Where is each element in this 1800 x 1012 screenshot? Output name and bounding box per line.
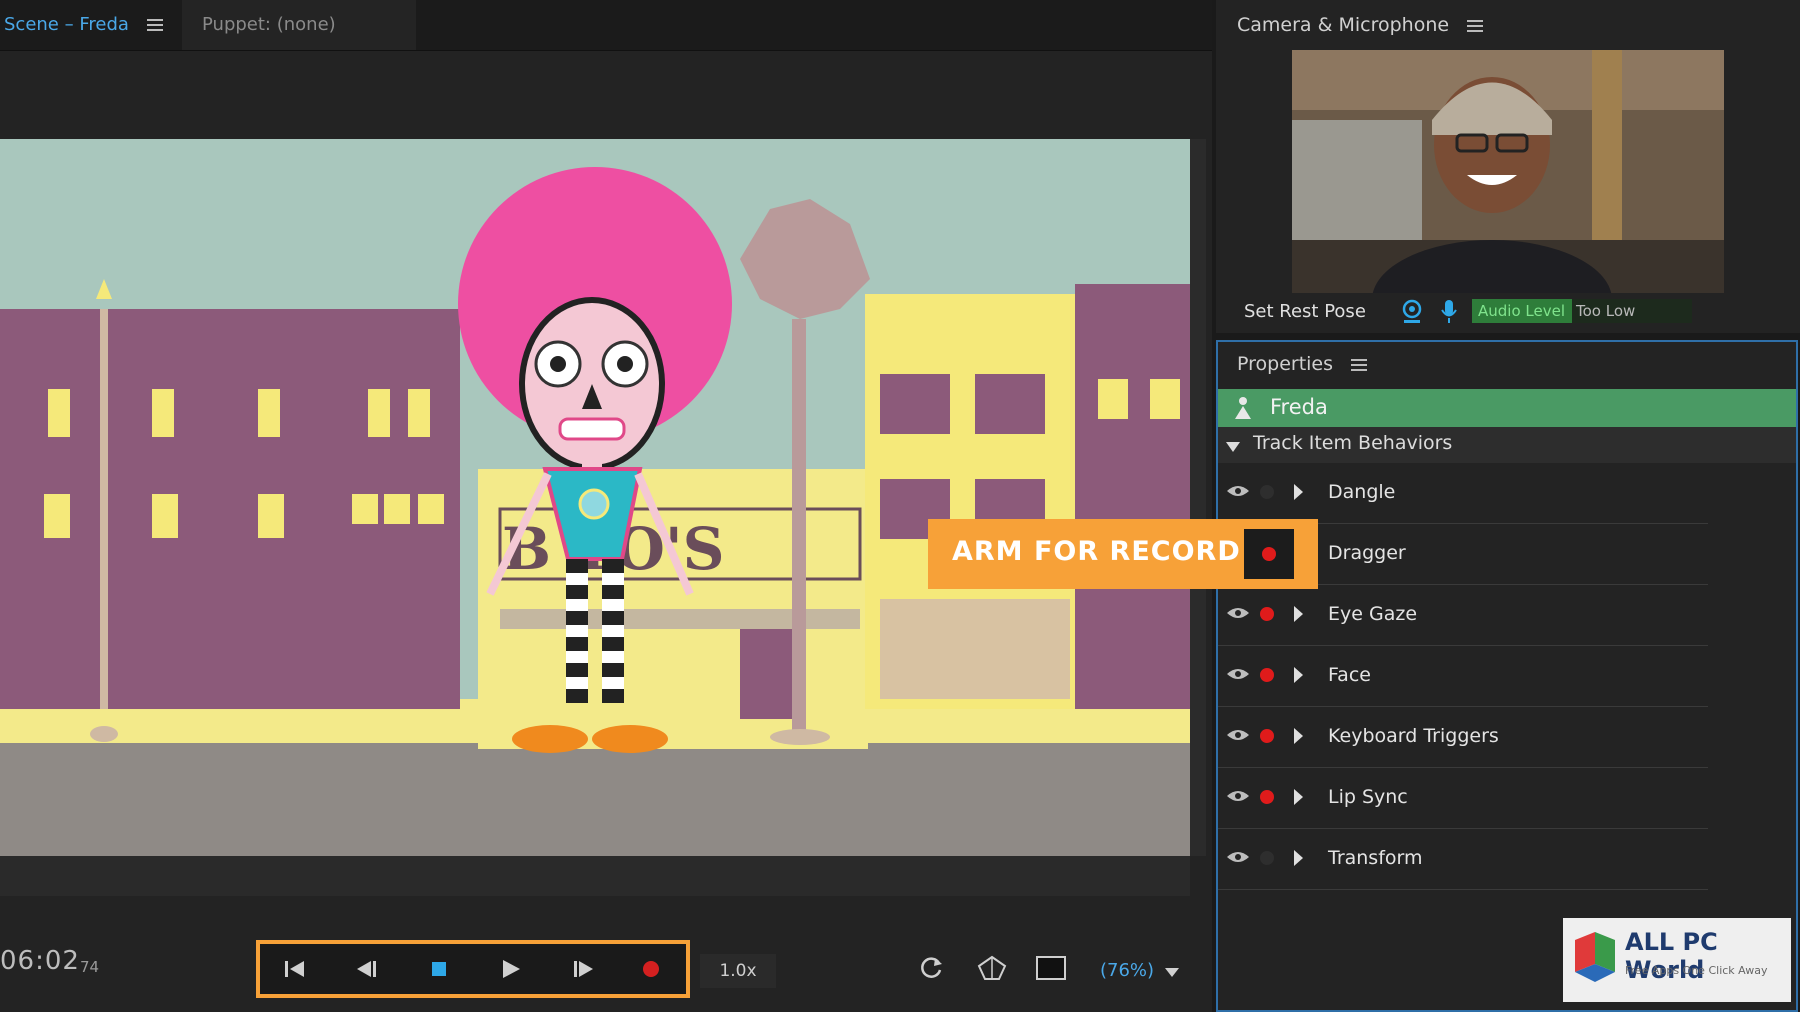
visibility-eye-icon[interactable] xyxy=(1226,788,1250,804)
visibility-eye-icon[interactable] xyxy=(1226,605,1250,621)
transport-controls xyxy=(256,940,690,998)
camera-toggle-icon[interactable] xyxy=(1400,299,1424,329)
visibility-eye-icon[interactable] xyxy=(1226,483,1250,499)
tab-scene[interactable]: Scene – Freda xyxy=(4,0,163,50)
watermark-logo-icon xyxy=(1575,932,1615,982)
puppet-icon xyxy=(1234,396,1252,424)
panel-menu-icon[interactable] xyxy=(1351,358,1368,371)
track-item-behaviors-label: Track Item Behaviors xyxy=(1253,432,1453,454)
tab-puppet-label: Puppet: (none) xyxy=(202,14,336,35)
visibility-eye-icon[interactable] xyxy=(1226,666,1250,682)
step-back-icon xyxy=(357,961,376,977)
zoom-level[interactable]: (76%) xyxy=(1100,960,1154,981)
webcam-preview xyxy=(1292,50,1724,293)
scene-artwork: B TO'S xyxy=(0,139,1190,856)
camera-panel-title-label: Camera & Microphone xyxy=(1237,14,1450,36)
behavior-row[interactable]: Eye Gaze xyxy=(1218,585,1708,646)
step-forward-button[interactable] xyxy=(548,944,618,994)
arm-record-toggle[interactable] xyxy=(1244,529,1294,579)
puppet-outline-icon[interactable] xyxy=(977,955,1007,985)
behavior-label: Dangle xyxy=(1328,481,1396,503)
visibility-eye-icon[interactable] xyxy=(1226,727,1250,743)
behavior-label: Transform xyxy=(1328,847,1423,869)
behavior-row[interactable]: Face xyxy=(1218,646,1708,707)
playback-speed[interactable]: 1.0x xyxy=(700,954,776,988)
behavior-row[interactable]: Keyboard Triggers xyxy=(1218,707,1708,768)
behavior-row[interactable]: Lip Sync xyxy=(1218,768,1708,829)
watermark-subtitle: Free Apps One Click Away xyxy=(1625,964,1768,977)
behavior-label: Lip Sync xyxy=(1328,786,1408,808)
frame-count: 74 xyxy=(80,958,100,976)
behavior-label: Dragger xyxy=(1328,542,1406,564)
expand-triangle-icon[interactable] xyxy=(1294,667,1303,683)
record-button[interactable] xyxy=(616,944,686,994)
audio-level-value: Too Low xyxy=(1576,302,1636,320)
play-icon xyxy=(503,960,520,978)
refresh-icon[interactable] xyxy=(918,955,944,985)
puppet-name: Freda xyxy=(1270,395,1328,419)
blank-background-icon[interactable] xyxy=(1036,955,1066,985)
go-to-start-icon xyxy=(285,961,304,977)
panel-menu-icon[interactable] xyxy=(1467,19,1484,32)
arm-record-dot-icon[interactable] xyxy=(1260,485,1274,499)
tab-puppet[interactable]: Puppet: (none) xyxy=(182,0,416,50)
arm-record-dot-icon[interactable] xyxy=(1260,668,1274,682)
step-forward-icon xyxy=(574,961,593,977)
arm-for-record-text: ARM FOR RECORD xyxy=(952,536,1241,567)
webcam-image xyxy=(1292,50,1724,293)
stage-bottom-area xyxy=(0,856,1190,896)
play-button[interactable] xyxy=(476,944,546,994)
expand-triangle-icon[interactable] xyxy=(1294,789,1303,805)
expand-triangle-icon[interactable] xyxy=(1294,484,1303,500)
behavior-label: Eye Gaze xyxy=(1328,603,1418,625)
set-rest-pose-button[interactable]: Set Rest Pose xyxy=(1244,301,1366,322)
arm-record-dot-icon[interactable] xyxy=(1260,607,1274,621)
behavior-label: Keyboard Triggers xyxy=(1328,725,1499,747)
watermark: ALL PC World Free Apps One Click Away xyxy=(1563,918,1791,1002)
arm-record-dot-icon[interactable] xyxy=(1260,729,1274,743)
expand-triangle-icon[interactable] xyxy=(1294,850,1303,866)
camera-panel-title: Camera & Microphone xyxy=(1237,14,1484,36)
microphone-toggle-icon[interactable] xyxy=(1440,299,1458,329)
properties-panel-title-label: Properties xyxy=(1237,353,1334,375)
stop-button[interactable] xyxy=(404,944,474,994)
expand-triangle-icon[interactable] xyxy=(1294,728,1303,744)
behavior-label: Face xyxy=(1328,664,1371,686)
zoom-dropdown-icon[interactable] xyxy=(1164,963,1180,982)
arm-record-dot-icon[interactable] xyxy=(1260,851,1274,865)
stage-scrollbar[interactable] xyxy=(1190,139,1206,856)
record-icon xyxy=(643,961,659,977)
tab-scene-label: Scene – Freda xyxy=(4,14,129,35)
audio-level-label: Audio Level xyxy=(1472,299,1572,323)
arm-for-record-callout: ARM FOR RECORD xyxy=(928,519,1318,589)
timecode: 06:02 xyxy=(0,946,80,976)
stop-icon xyxy=(432,962,446,976)
behavior-row[interactable]: Transform xyxy=(1218,829,1708,890)
expand-triangle-icon[interactable] xyxy=(1294,606,1303,622)
panel-menu-icon[interactable] xyxy=(146,19,163,31)
properties-panel-title: Properties xyxy=(1237,353,1368,375)
step-back-button[interactable] xyxy=(332,944,402,994)
scene-stage[interactable]: B TO'S xyxy=(0,139,1190,856)
arm-record-dot-icon[interactable] xyxy=(1260,790,1274,804)
visibility-eye-icon[interactable] xyxy=(1226,849,1250,865)
armed-dot-icon xyxy=(1262,547,1276,561)
go-to-start-button[interactable] xyxy=(260,944,330,994)
behavior-row[interactable]: Dangle xyxy=(1218,463,1708,524)
audio-level-meter: Audio Level Too Low xyxy=(1472,299,1692,323)
collapse-triangle-icon[interactable] xyxy=(1225,438,1241,457)
